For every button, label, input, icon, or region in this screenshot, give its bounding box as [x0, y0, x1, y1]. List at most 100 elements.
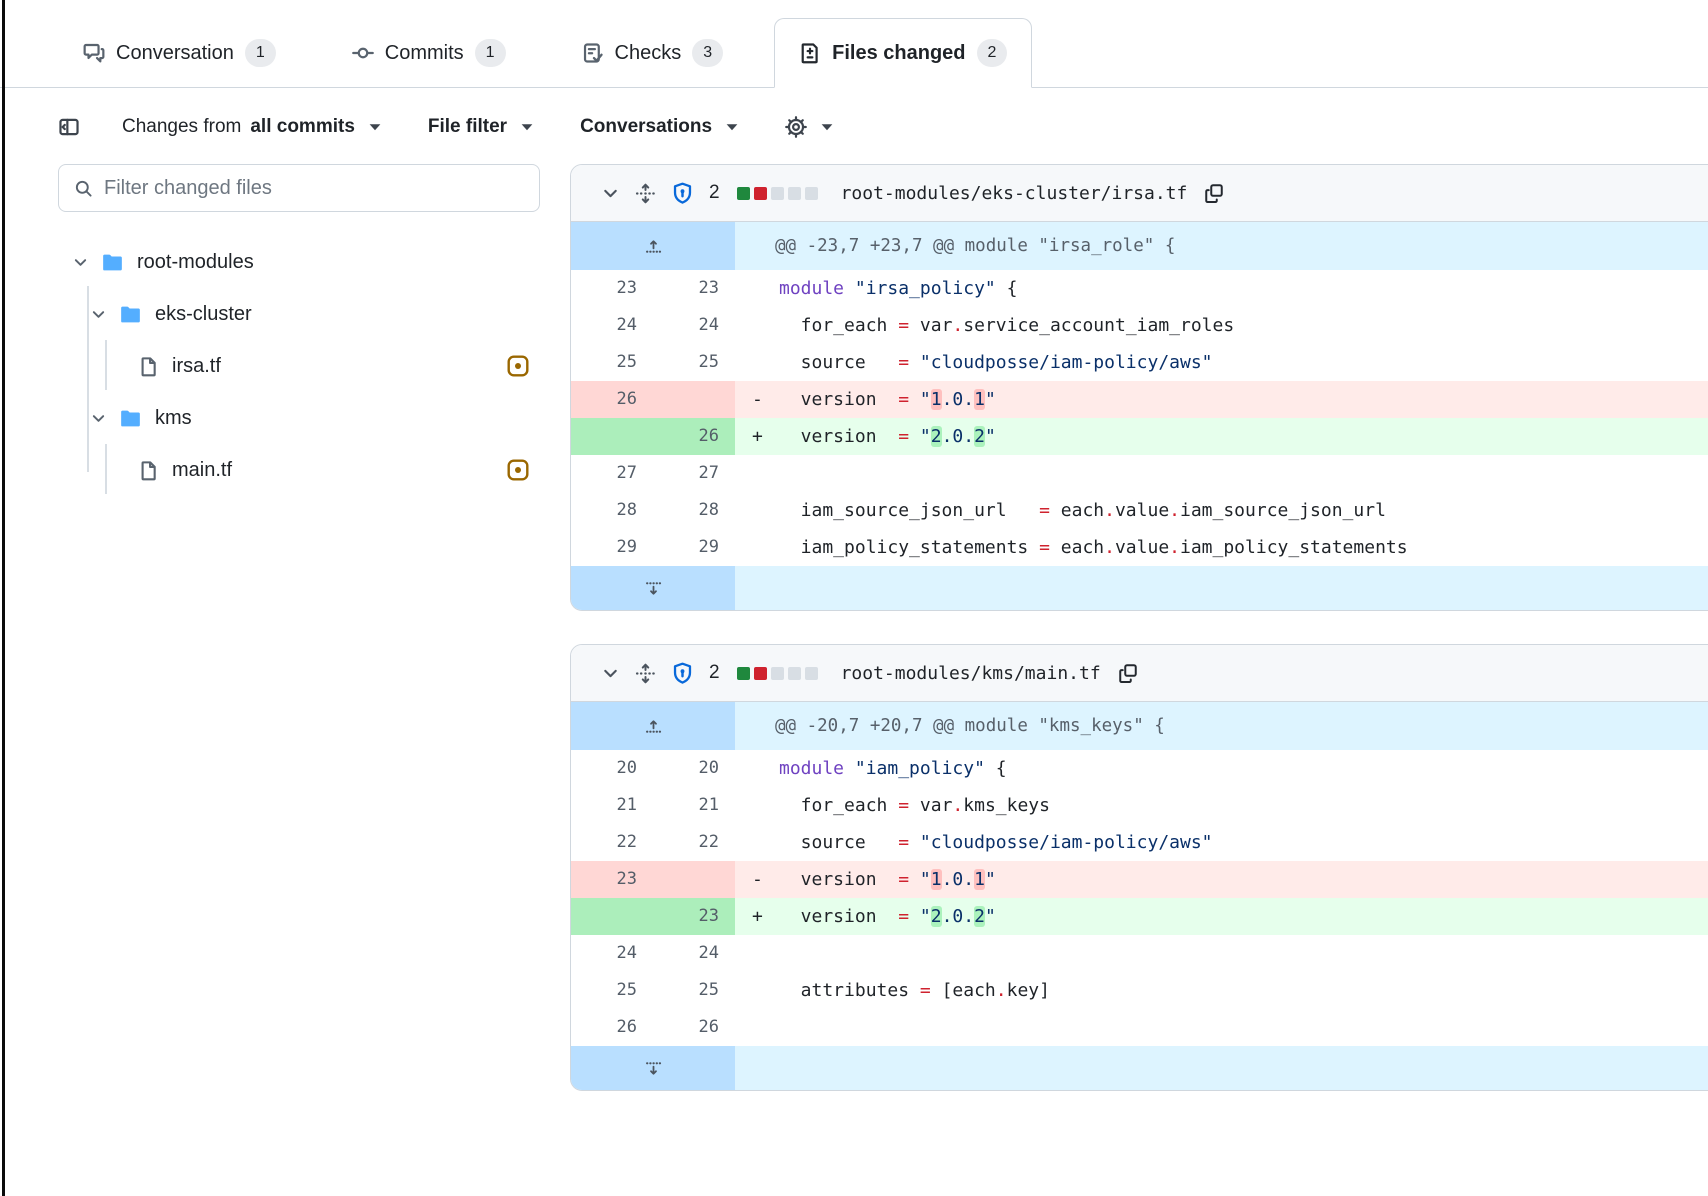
collapse-diff-button[interactable]: [601, 184, 620, 203]
copy-icon: [1118, 663, 1138, 683]
changes-from-value: all commits: [250, 116, 355, 138]
expand-all-button[interactable]: [635, 183, 656, 204]
old-line-number: 29: [571, 529, 653, 566]
diff-line-context: 29 29 iam_policy_statements = each.value…: [571, 529, 1708, 566]
diff-line-context: 22 22 source = "cloudposse/iam-policy/aw…: [571, 824, 1708, 861]
unfold-icon: [635, 183, 656, 204]
changes-from-dropdown[interactable]: Changes from all commits: [122, 116, 386, 138]
diff-marker: -: [735, 381, 779, 418]
copy-path-button[interactable]: [1204, 183, 1224, 203]
expand-down-button[interactable]: [571, 1046, 735, 1090]
tab-files-changed[interactable]: Files changed2: [774, 18, 1032, 88]
diffstat-neutral-square: [805, 667, 818, 680]
expander-row: [571, 566, 1708, 610]
new-line-number: 29: [653, 529, 735, 566]
diff-line-context: 23 23 module "irsa_policy" {: [571, 270, 1708, 307]
code-line: version = "2.0.2": [779, 418, 1708, 455]
expand-up-button[interactable]: [571, 702, 735, 750]
hunk-header-text: @@ -23,7 +23,7 @@ module "irsa_role" {: [735, 222, 1708, 270]
tab-checks[interactable]: Checks3: [557, 18, 749, 88]
diff-line-context: 20 20 module "iam_policy" {: [571, 750, 1708, 787]
caret-down-icon: [721, 116, 743, 138]
old-line-number: 23: [571, 861, 653, 898]
shield-lock-icon: [671, 182, 694, 205]
copy-path-button[interactable]: [1118, 663, 1138, 683]
new-line-number: 23: [653, 270, 735, 307]
expand-up-button[interactable]: [571, 222, 735, 270]
code-line: version = "2.0.2": [779, 898, 1708, 935]
code-line: source = "cloudposse/iam-policy/aws": [779, 824, 1708, 861]
code-line: attributes = [each.key]: [779, 972, 1708, 1009]
diff-marker: +: [735, 418, 779, 455]
new-line-number: [653, 861, 735, 898]
tab-conversation[interactable]: Conversation1: [58, 18, 301, 88]
file-tree: root-moduleseks-clusterirsa.tfkmsmain.tf: [58, 236, 540, 496]
old-line-number: 24: [571, 307, 653, 344]
old-line-number: 23: [571, 270, 653, 307]
tree-item-main-tf[interactable]: main.tf: [58, 444, 540, 496]
diff-marker: [735, 824, 779, 861]
file-filter-label: File filter: [428, 116, 507, 138]
collapse-sidebar-button[interactable]: [58, 116, 80, 138]
diffstat-deleted-square: [754, 187, 767, 200]
code-line: source = "cloudposse/iam-policy/aws": [779, 344, 1708, 381]
file-filter-dropdown[interactable]: File filter: [428, 116, 538, 138]
caret-down-icon: [516, 116, 538, 138]
diff-line-removed: 26 - version = "1.0.1": [571, 381, 1708, 418]
diff-table: @@ -23,7 +23,7 @@ module "irsa_role" { 2…: [571, 222, 1708, 610]
code-line: [779, 935, 1708, 972]
diff-toolbar: Changes from all commits File filter Con…: [0, 88, 1708, 138]
filter-changed-files-input[interactable]: [104, 177, 524, 200]
code-line: iam_policy_statements = each.value.iam_p…: [779, 529, 1708, 566]
unfold-icon: [635, 663, 656, 684]
new-line-number: 25: [653, 972, 735, 1009]
folder-icon: [119, 407, 142, 430]
code-line: for_each = var.service_account_iam_roles: [779, 307, 1708, 344]
diff-table: @@ -20,7 +20,7 @@ module "kms_keys" { 20…: [571, 702, 1708, 1090]
new-line-number: 20: [653, 750, 735, 787]
diff-file-header: 2 root-modules/kms/main.tf: [571, 645, 1708, 702]
fold-up-icon: [644, 717, 663, 736]
window-edge: [2, 0, 5, 1196]
expand-down-button[interactable]: [571, 566, 735, 610]
new-line-number: 24: [653, 307, 735, 344]
caret-down-icon: [816, 116, 838, 138]
conversations-dropdown[interactable]: Conversations: [580, 116, 743, 138]
folder-icon: [101, 251, 124, 274]
comment-discussion-icon: [83, 42, 105, 64]
chevron-down-icon: [90, 410, 107, 427]
new-line-number: 26: [653, 1009, 735, 1046]
fold-down-icon: [644, 579, 663, 598]
chevron-down-icon: [90, 306, 107, 323]
tree-item-kms[interactable]: kms: [58, 392, 540, 444]
collapse-diff-button[interactable]: [601, 664, 620, 683]
file-diff-icon: [799, 42, 821, 64]
file-icon: [138, 356, 159, 377]
new-line-number: 24: [653, 935, 735, 972]
diff-marker: [735, 492, 779, 529]
tree-item-root-modules[interactable]: root-modules: [58, 236, 540, 288]
diff-marker: [735, 270, 779, 307]
tree-item-irsa-tf[interactable]: irsa.tf: [58, 340, 540, 392]
diff-settings-dropdown[interactable]: [785, 116, 838, 138]
tree-item-eks-cluster[interactable]: eks-cluster: [58, 288, 540, 340]
code-line: for_each = var.kms_keys: [779, 787, 1708, 824]
expand-all-button[interactable]: [635, 663, 656, 684]
modified-file-icon: [506, 458, 530, 482]
old-line-number: 22: [571, 824, 653, 861]
content-area: root-moduleseks-clusterirsa.tfkmsmain.tf…: [0, 138, 1708, 1091]
search-icon: [74, 179, 93, 198]
old-line-number: 21: [571, 787, 653, 824]
new-line-number: 25: [653, 344, 735, 381]
fold-down-icon: [644, 1059, 663, 1078]
diff-marker: [735, 935, 779, 972]
shield-lock-icon: [671, 662, 694, 685]
tab-commits[interactable]: Commits1: [327, 18, 531, 88]
old-line-number: 28: [571, 492, 653, 529]
new-line-number: 23: [653, 898, 735, 935]
diff-marker: -: [735, 861, 779, 898]
old-line-number: 24: [571, 935, 653, 972]
chevron-down-icon: [601, 664, 620, 683]
old-line-number: 26: [571, 1009, 653, 1046]
tab-counter: 3: [692, 39, 723, 67]
